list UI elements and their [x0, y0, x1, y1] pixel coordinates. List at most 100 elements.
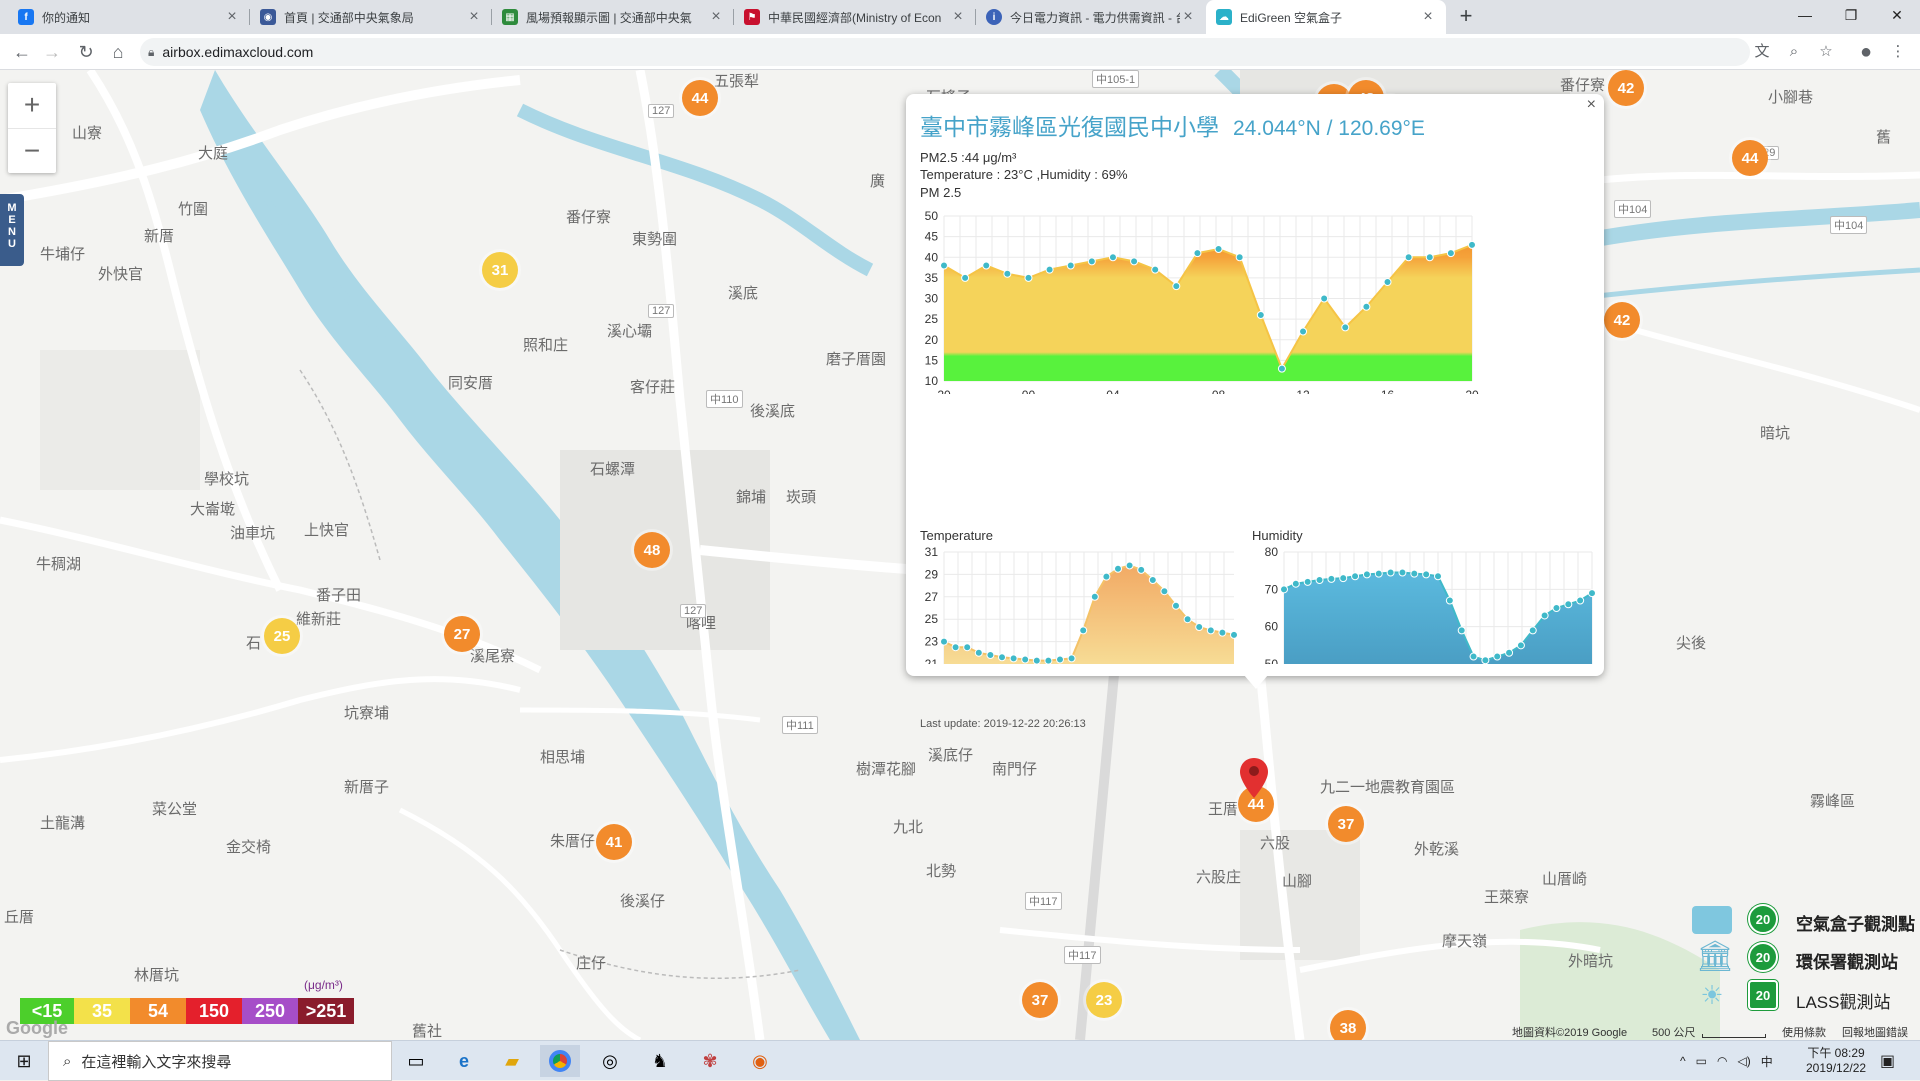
sensor-marker[interactable]: 37	[1328, 806, 1364, 842]
translate-icon[interactable]: 文	[1748, 38, 1776, 66]
place-label: 石螺潭	[590, 461, 636, 478]
data-point	[1032, 656, 1041, 664]
legend-lass-label[interactable]: LASS觀測站	[1796, 988, 1890, 1013]
ime-indicator[interactable]: 中	[1761, 1053, 1773, 1070]
legend-epa-label[interactable]: 環保署觀測站	[1796, 948, 1898, 973]
report-map-error-link[interactable]: 回報地圖錯誤	[1842, 1024, 1908, 1040]
legend-airbox-label[interactable]: 空氣盒子觀測點	[1796, 910, 1915, 935]
browser-tab-bar: f 你的通知 × ◉ 首頁 | 交通部中央氣象局 × ▦ 風場預報顯示圖 | 交…	[0, 0, 1920, 34]
windows-taskbar: ⊞ ⌕ 在這裡輸入文字來搜尋 ▭ e ▰ ◎ ♞ ✾ ◉ ^ ▭ ◠ ◁) 中 …	[0, 1040, 1920, 1081]
sensor-marker[interactable]: 25	[264, 618, 300, 654]
maximize-button[interactable]: ❐	[1828, 0, 1874, 30]
blender-icon[interactable]: ◉	[740, 1045, 780, 1077]
station-info-window: × 臺中市霧峰區光復國民中小學 24.044°N / 120.69°E PM2.5…	[906, 94, 1604, 730]
zoom-in-button[interactable]: +	[8, 83, 56, 128]
y-tick-label: 60	[1265, 620, 1279, 634]
battery-icon[interactable]: ▭	[1696, 1054, 1707, 1068]
sensor-marker[interactable]: 27	[444, 616, 480, 652]
chevron-up-icon[interactable]: ^	[1680, 1054, 1686, 1068]
sensor-marker[interactable]: 38	[1330, 1010, 1366, 1040]
tab-title: 首頁 | 交通部中央氣象局	[284, 10, 414, 25]
scale-bar	[1702, 1034, 1766, 1038]
data-point	[1206, 626, 1215, 635]
home-icon[interactable]: ⌂	[104, 38, 132, 66]
epa-station-icon: 🏛︎	[1696, 940, 1735, 973]
place-label: 上快官	[304, 522, 350, 539]
place-label: 舊	[1876, 129, 1892, 146]
data-point	[1193, 249, 1202, 258]
place-label: 九二一地震教育園區	[1320, 779, 1456, 796]
place-label: 廣	[870, 173, 886, 190]
address-bar[interactable]: 🔒︎ airbox.edimaxcloud.com	[140, 38, 1750, 66]
sensor-marker[interactable]: 48	[634, 532, 670, 568]
terms-link[interactable]: 使用條款	[1782, 1024, 1826, 1040]
app-icon[interactable]: ✾	[690, 1045, 730, 1077]
close-tab-icon[interactable]: ×	[708, 8, 724, 26]
taskbar-search[interactable]: ⌕ 在這裡輸入文字來搜尋	[48, 1041, 392, 1081]
sensor-marker[interactable]: 44	[1732, 140, 1768, 176]
count-badge: 20	[1748, 980, 1778, 1010]
data-point	[986, 651, 995, 660]
sensor-marker[interactable]: 42	[1604, 302, 1640, 338]
task-view-icon[interactable]: ▭	[396, 1045, 436, 1077]
notification-icon[interactable]: ▣	[1880, 1041, 1895, 1081]
place-label: 石	[246, 635, 262, 652]
cloud-icon: ☁	[1216, 9, 1232, 25]
road-shield: 中105-1	[1092, 70, 1140, 88]
y-tick-label: 23	[925, 635, 939, 649]
sensor-marker[interactable]: 37	[1022, 982, 1058, 1018]
file-explorer-icon[interactable]: ▰	[492, 1045, 532, 1077]
minimize-button[interactable]: —	[1782, 0, 1828, 30]
windows-start-icon[interactable]: ⊞	[4, 1045, 44, 1077]
close-tab-icon[interactable]: ×	[466, 8, 482, 26]
close-tab-icon[interactable]: ×	[950, 8, 966, 26]
reload-icon[interactable]: ↻	[72, 38, 100, 66]
tab-title: 今日電力資訊 - 電力供需資訊 - 台	[1010, 10, 1180, 25]
new-tab-button[interactable]: +	[1452, 0, 1480, 34]
zoom-out-button[interactable]: −	[8, 128, 56, 173]
location-pin-icon[interactable]	[1240, 758, 1268, 798]
edge-icon[interactable]: e	[444, 1045, 484, 1077]
close-tab-icon[interactable]: ×	[1180, 8, 1196, 26]
data-point	[1469, 652, 1478, 661]
y-tick-label: 20	[925, 333, 939, 347]
data-point	[1341, 323, 1350, 332]
zoom-icon[interactable]: ⌕	[1780, 38, 1808, 66]
close-popup-button[interactable]: ×	[1587, 96, 1596, 114]
app-icon[interactable]: ◎	[590, 1045, 630, 1077]
map-scale[interactable]: 500 公尺	[1652, 1024, 1695, 1040]
data-point	[1114, 564, 1122, 573]
sensor-marker[interactable]: 23	[1086, 982, 1122, 1018]
app-icon[interactable]: ♞	[640, 1045, 680, 1077]
browser-tab[interactable]: f 你的通知 ×	[8, 0, 250, 34]
browser-tab[interactable]: ⚑ 中華民國經濟部(Ministry of Econ ×	[734, 0, 976, 34]
data-point	[1195, 623, 1204, 632]
wifi-icon[interactable]: ◠	[1717, 1054, 1727, 1068]
browser-tab-active[interactable]: ☁ EdiGreen 空氣盒子 ×	[1206, 0, 1446, 34]
sensor-marker[interactable]: 31	[482, 252, 518, 288]
x-tick-label: 20	[1465, 388, 1479, 394]
popup-pointer	[1244, 675, 1268, 689]
browser-tab[interactable]: i 今日電力資訊 - 電力供需資訊 - 台 ×	[976, 0, 1206, 34]
place-label: 九北	[893, 819, 924, 836]
close-window-button[interactable]: ✕	[1874, 0, 1920, 30]
sensor-marker[interactable]: 41	[596, 824, 632, 860]
menu-tab[interactable]: M E N U	[0, 194, 24, 266]
bookmark-star-icon[interactable]: ☆	[1812, 38, 1840, 66]
data-point	[1374, 569, 1383, 578]
back-arrow-icon[interactable]: ←	[8, 38, 36, 66]
forward-arrow-icon[interactable]: →	[38, 38, 66, 66]
close-tab-icon[interactable]: ×	[224, 8, 240, 26]
profile-icon[interactable]: ●	[1852, 38, 1880, 66]
data-point	[1256, 311, 1265, 319]
browser-tab[interactable]: ▦ 風場預報顯示圖 | 交通部中央氣 ×	[492, 0, 734, 34]
kebab-menu-icon[interactable]: ⋮	[1884, 38, 1912, 66]
sensor-marker[interactable]: 44	[682, 80, 718, 116]
chrome-icon[interactable]	[540, 1045, 580, 1077]
data-point	[1125, 561, 1134, 570]
volume-icon[interactable]: ◁)	[1737, 1054, 1750, 1068]
close-tab-icon[interactable]: ×	[1420, 8, 1436, 26]
browser-tab[interactable]: ◉ 首頁 | 交通部中央氣象局 ×	[250, 0, 492, 34]
clock[interactable]: 下午 08:29 2019/12/22	[1806, 1041, 1866, 1081]
sensor-marker[interactable]: 42	[1608, 70, 1644, 106]
